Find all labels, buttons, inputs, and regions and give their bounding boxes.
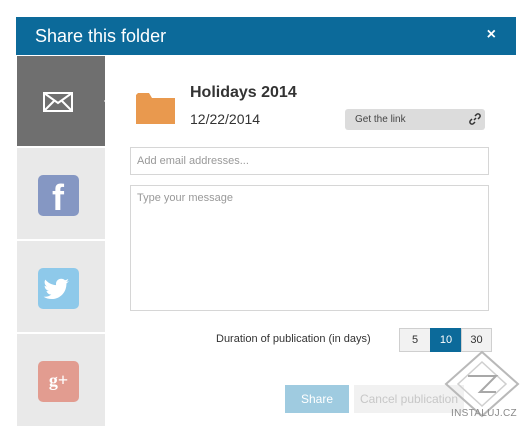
- close-button[interactable]: ×: [487, 26, 496, 44]
- duration-option-10[interactable]: 10: [430, 328, 462, 352]
- active-tab-caret: [104, 94, 111, 108]
- email-input[interactable]: Add email addresses...: [130, 147, 489, 175]
- message-textarea[interactable]: Type your message: [130, 185, 489, 311]
- get-link-button[interactable]: Get the link: [345, 109, 485, 130]
- google-plus-icon: g+: [38, 361, 79, 402]
- folder-name: Holidays 2014: [190, 84, 297, 101]
- sidebar-item-twitter[interactable]: [17, 241, 105, 332]
- sidebar-item-email[interactable]: [17, 56, 111, 146]
- share-folder-dialog: Share this folder × f g+ Holidays 2014 1…: [16, 17, 516, 426]
- duration-option-30[interactable]: 30: [461, 328, 492, 352]
- facebook-icon: f: [38, 175, 79, 216]
- folder-date: 12/22/2014: [190, 111, 261, 127]
- message-placeholder: Type your message: [137, 192, 233, 204]
- dialog-header: Share this folder ×: [16, 17, 516, 55]
- twitter-bird-icon: [43, 278, 69, 299]
- share-button[interactable]: Share: [285, 385, 349, 413]
- folder-icon: [136, 93, 175, 124]
- watermark-text: INSTALUJ.CZ: [451, 408, 517, 419]
- twitter-icon: [38, 268, 79, 309]
- sidebar-item-google-plus[interactable]: g+: [17, 334, 105, 426]
- get-link-label: Get the link: [355, 114, 406, 125]
- link-icon: [469, 113, 481, 125]
- duration-option-5[interactable]: 5: [399, 328, 431, 352]
- email-placeholder: Add email addresses...: [137, 155, 249, 167]
- sidebar-item-facebook[interactable]: f: [17, 148, 105, 239]
- mail-icon: [43, 92, 73, 112]
- dialog-title: Share this folder: [35, 26, 167, 46]
- duration-label: Duration of publication (in days): [216, 333, 371, 345]
